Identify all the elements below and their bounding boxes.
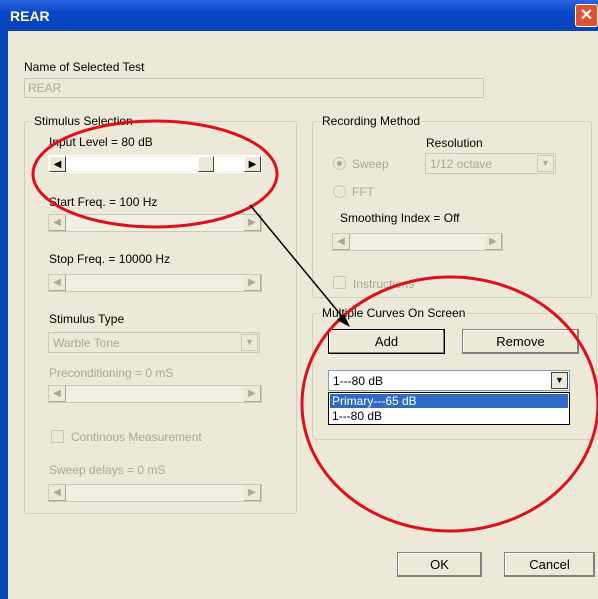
annotation-ellipse-input-level: [31, 119, 279, 229]
dialog-window: REAR ✕ Name of Selected Test REAR Stimul…: [0, 0, 598, 599]
annotation-arrow-head: [337, 314, 350, 327]
annotation-ellipse-curves: [300, 275, 598, 533]
annotation-arrow-line: [249, 204, 346, 321]
annotation-overlay: [31, 119, 598, 533]
